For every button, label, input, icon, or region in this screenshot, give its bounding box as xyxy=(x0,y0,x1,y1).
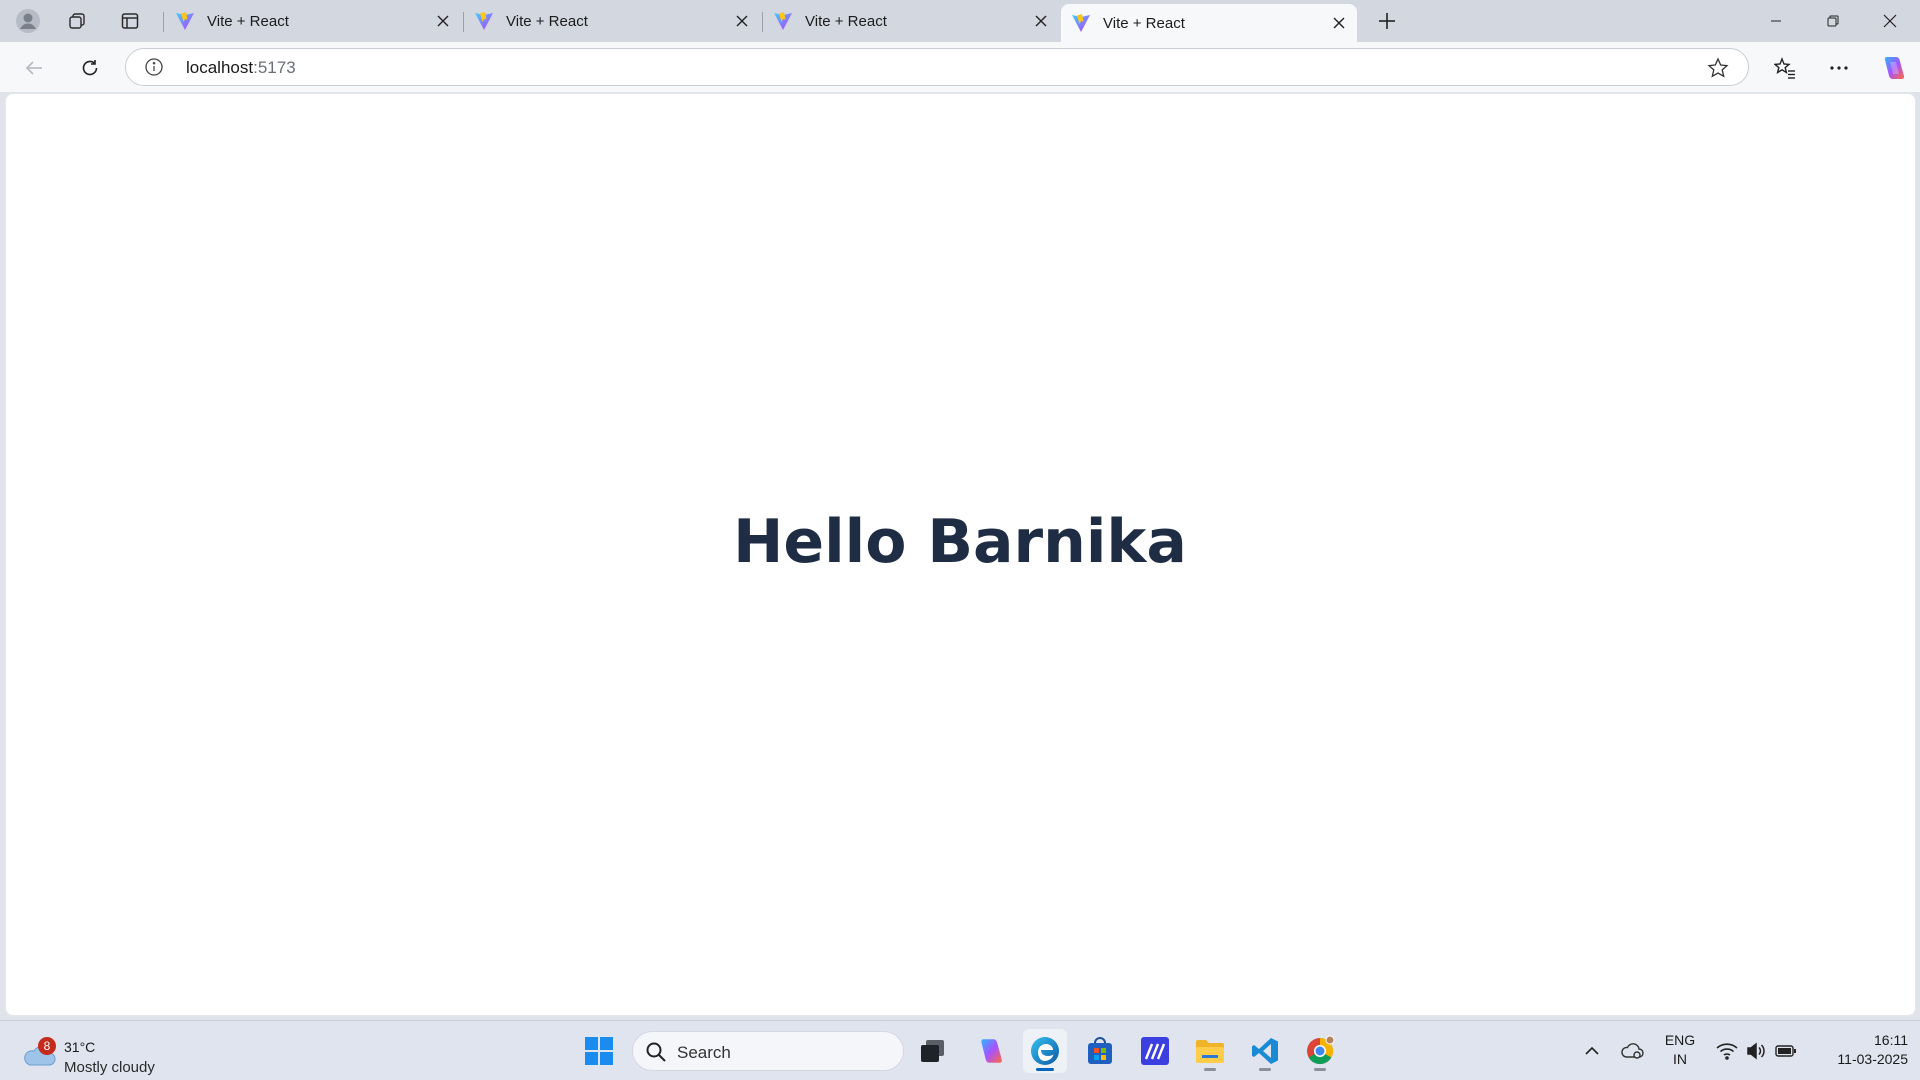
back-arrow-icon xyxy=(25,61,42,75)
more-icon xyxy=(1830,66,1848,70)
language-code: ENG xyxy=(1664,1032,1696,1048)
taskbar-search[interactable]: Search xyxy=(632,1031,904,1071)
minimize-icon xyxy=(1771,20,1781,22)
language-region: IN xyxy=(1673,1051,1687,1067)
weather-widget[interactable]: 8 31°C Mostly cloudy xyxy=(22,1029,182,1076)
running-indicator xyxy=(1204,1068,1216,1071)
cloud-sync-icon xyxy=(1621,1043,1644,1059)
language-indicator[interactable]: ENG IN xyxy=(1658,1031,1702,1069)
tab-title: Vite + React xyxy=(805,12,887,30)
tab-vite-react-2[interactable]: Vite + React xyxy=(464,4,760,38)
tab-vite-react-active[interactable]: Vite + React xyxy=(1061,4,1357,42)
app-pen-icon-button[interactable] xyxy=(1133,1029,1177,1073)
file-explorer-app[interactable] xyxy=(1188,1029,1232,1073)
wifi-tray[interactable] xyxy=(1713,1037,1741,1065)
refresh-icon xyxy=(82,60,98,76)
taskbar: 8 31°C Mostly cloudy Search ENG IN 16:11… xyxy=(0,1020,1920,1080)
url-port: :5173 xyxy=(253,58,296,77)
favorites-button[interactable] xyxy=(1768,51,1802,85)
onedrive-tray[interactable] xyxy=(1618,1037,1646,1065)
tab-strip: Vite + React Vite + React Vite + React V… xyxy=(0,0,1920,42)
close-icon[interactable] xyxy=(728,7,756,35)
show-hidden-icons[interactable] xyxy=(1578,1037,1606,1065)
wifi-icon xyxy=(1716,1043,1738,1060)
clock-date: 11-03-2025 xyxy=(1837,1051,1908,1067)
url-host: localhost xyxy=(186,58,254,77)
search-label: Search xyxy=(677,1043,731,1062)
clock-time: 16:11 xyxy=(1874,1032,1908,1048)
browser-window: Vite + React Vite + React Vite + React V… xyxy=(0,0,1920,1020)
back-button[interactable] xyxy=(17,51,51,85)
vscode-icon xyxy=(1252,1038,1278,1064)
copilot-button[interactable] xyxy=(1876,51,1910,85)
workspaces-icon[interactable] xyxy=(62,6,92,36)
url-text[interactable]: localhost:5173 xyxy=(186,58,296,78)
system-clock[interactable]: 16:11 11-03-2025 xyxy=(1808,1031,1908,1069)
star-icon[interactable] xyxy=(1706,56,1730,80)
chrome-icon xyxy=(1307,1035,1335,1065)
tab-vite-react-3[interactable]: Vite + React xyxy=(763,4,1059,38)
weather-condition: Mostly cloudy xyxy=(64,1059,155,1076)
edge-app[interactable] xyxy=(1023,1029,1067,1073)
refresh-button[interactable] xyxy=(73,51,107,85)
page-heading: Hello Barnika xyxy=(733,507,1187,577)
tab-title: Vite + React xyxy=(1103,14,1185,32)
close-icon[interactable] xyxy=(429,7,457,35)
speaker-icon xyxy=(1747,1042,1765,1060)
info-icon[interactable] xyxy=(144,57,164,77)
store-app[interactable] xyxy=(1078,1029,1122,1073)
folder-icon xyxy=(1196,1040,1224,1063)
close-icon[interactable] xyxy=(1325,9,1353,37)
pen-app-icon xyxy=(1141,1037,1169,1065)
chevron-up-icon xyxy=(1585,1046,1599,1055)
vscode-app[interactable] xyxy=(1243,1029,1287,1073)
profile-icon[interactable] xyxy=(13,6,43,36)
copilot-icon xyxy=(1884,57,1905,79)
tab-separator xyxy=(163,12,164,32)
tab-title: Vite + React xyxy=(207,12,289,30)
window-close-button[interactable] xyxy=(1862,0,1918,42)
edge-icon xyxy=(1031,1037,1059,1065)
restore-button[interactable] xyxy=(1805,0,1861,42)
plus-icon xyxy=(1379,13,1395,29)
favorites-icon xyxy=(1774,57,1795,79)
search-icon xyxy=(646,1042,666,1062)
running-indicator xyxy=(1314,1068,1326,1071)
restore-icon xyxy=(1827,15,1839,27)
weather-temperature: 31°C xyxy=(64,1039,96,1055)
new-tab-button[interactable] xyxy=(1372,6,1402,36)
vite-logo-icon xyxy=(176,12,194,30)
windows-start-icon xyxy=(585,1037,613,1065)
close-icon xyxy=(1883,14,1897,28)
close-icon[interactable] xyxy=(1027,7,1055,35)
vite-logo-icon xyxy=(774,12,792,30)
task-view-button[interactable] xyxy=(911,1029,955,1073)
battery-icon xyxy=(1775,1045,1796,1057)
weather-badge: 8 xyxy=(38,1037,56,1055)
vite-logo-icon xyxy=(1072,14,1090,32)
store-icon xyxy=(1088,1037,1112,1064)
browser-toolbar: localhost:5173 xyxy=(0,42,1920,92)
running-indicator xyxy=(1259,1068,1271,1071)
task-view-icon xyxy=(921,1040,944,1062)
minimize-button[interactable] xyxy=(1748,0,1804,42)
chrome-app[interactable] xyxy=(1298,1029,1342,1073)
active-indicator xyxy=(1036,1068,1054,1071)
tab-vite-react-1[interactable]: Vite + React xyxy=(165,4,461,38)
address-bar[interactable]: localhost:5173 xyxy=(125,48,1749,86)
copilot-icon xyxy=(981,1039,1002,1063)
start-button[interactable] xyxy=(577,1029,621,1073)
vertical-tabs-icon[interactable] xyxy=(115,6,145,36)
copilot-app[interactable] xyxy=(968,1029,1012,1073)
tab-title: Vite + React xyxy=(506,12,588,30)
vite-logo-icon xyxy=(475,12,493,30)
volume-tray[interactable] xyxy=(1742,1037,1770,1065)
battery-tray[interactable] xyxy=(1772,1037,1800,1065)
more-button[interactable] xyxy=(1822,51,1856,85)
